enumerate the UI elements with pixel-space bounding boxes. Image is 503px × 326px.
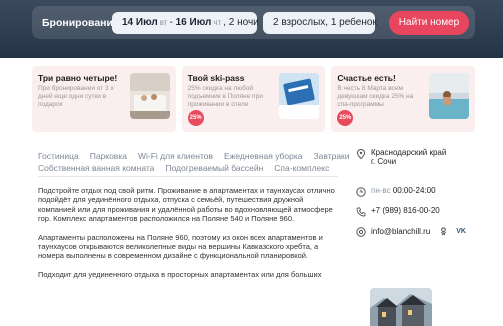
amenity-private-bathroom: Собственная ванная комната [38, 163, 155, 173]
location-pin-icon [356, 149, 366, 159]
promo-image-bedroom [129, 73, 170, 119]
hours-time: 00:00-24:00 [392, 186, 436, 195]
odnoklassniki-icon[interactable] [439, 227, 448, 236]
promo-card-ski-pass[interactable]: Твой ski-pass 25% скидка на любой подъем… [181, 66, 326, 132]
email-row: info@blanchill.ru VK [356, 226, 476, 237]
booking-title: Бронирование [42, 16, 119, 29]
promo-text: При бронировании от 3 х дней еще одни су… [38, 85, 114, 108]
promo-image-pool [429, 73, 470, 119]
date-to: 16 Июл [175, 17, 212, 28]
divider [38, 176, 338, 177]
find-room-button[interactable]: Найти номер [389, 10, 469, 35]
date-picker[interactable]: 14 Июл вт - 16 Июл чт , 2 ночи [112, 11, 259, 34]
description-paragraph: Подстройте отдых под свой ритм. Проживан… [38, 186, 335, 224]
amenity-hotel: Гостиница [38, 151, 79, 161]
hours-row: пн-вс 00:00-24:00 [356, 186, 476, 197]
discount-badge: 25% [187, 110, 204, 126]
amenity-wifi: Wi-Fi для клиентов [137, 151, 214, 161]
phone-row[interactable]: +7 (989) 816-00-20 [356, 206, 476, 217]
nights-count: , 2 ночи [223, 17, 259, 28]
email-address[interactable]: info@blanchill.ru [371, 227, 430, 236]
hotel-photo-thumbnail[interactable] [370, 288, 432, 326]
description-paragraph: Подходит для уединенного отдыха в просто… [38, 269, 322, 279]
amenity-breakfast: Завтраки [313, 151, 350, 161]
phone-number[interactable]: +7 (989) 816-00-20 [371, 206, 440, 215]
address-city: г. Сочи [371, 157, 397, 166]
amenities-list: Гостиница Парковка Wi-Fi для клиентов Еж… [38, 150, 350, 174]
amenity-daily-cleaning: Ежедневная уборка [224, 151, 303, 161]
discount-badge: 25% [337, 110, 354, 126]
amenity-spa: Спа-комплекс [274, 163, 330, 173]
vk-icon[interactable]: VK [456, 228, 466, 235]
date-to-weekday: чт [213, 18, 222, 27]
date-from: 14 Июл [122, 17, 158, 28]
promo-text: В честь 8 Марта всем девушкам скидка 25%… [337, 85, 414, 108]
amenity-heated-pool: Подогреваемый бассейн [165, 163, 264, 173]
date-separator: - [169, 17, 173, 28]
booking-bar: Бронирование 14 Июл вт - 16 Июл чт , 2 н… [32, 6, 475, 39]
amenity-parking: Парковка [89, 151, 127, 161]
description-paragraph: Апартаменты расположены на Поляне 960, п… [38, 232, 323, 261]
guests-value: 2 взрослых, 1 ребенок [273, 17, 377, 28]
hotel-description: Подстройте отдых под свой ритм. Проживан… [38, 186, 340, 288]
contact-panel: Краснодарский край г. Сочи пн-вс 00:00-2… [356, 148, 476, 237]
address-row: Краснодарский край г. Сочи [356, 148, 476, 166]
promo-card-three-for-four[interactable]: Три равно четыре! При бронировании от 3 … [32, 66, 176, 132]
promo-card-happiness[interactable]: Счастье есть! В честь 8 Марта всем девуш… [331, 66, 476, 132]
promo-image-ski-pass [279, 73, 320, 119]
date-from-weekday: вт [159, 18, 168, 27]
address-region: Краснодарский край [371, 148, 447, 157]
guests-picker[interactable]: 2 взрослых, 1 ребенок [263, 11, 377, 34]
clock-icon [356, 187, 366, 197]
phone-icon [356, 207, 366, 217]
hero-header: Бронирование 14 Июл вт - 16 Июл чт , 2 н… [0, 0, 503, 58]
promo-text: 25% скидка на любой подъемник в Поляне п… [187, 85, 263, 108]
hours-days: пн-вс [371, 186, 391, 195]
promo-list: Три равно четыре! При бронировании от 3 … [32, 66, 476, 132]
email-icon [356, 227, 366, 237]
